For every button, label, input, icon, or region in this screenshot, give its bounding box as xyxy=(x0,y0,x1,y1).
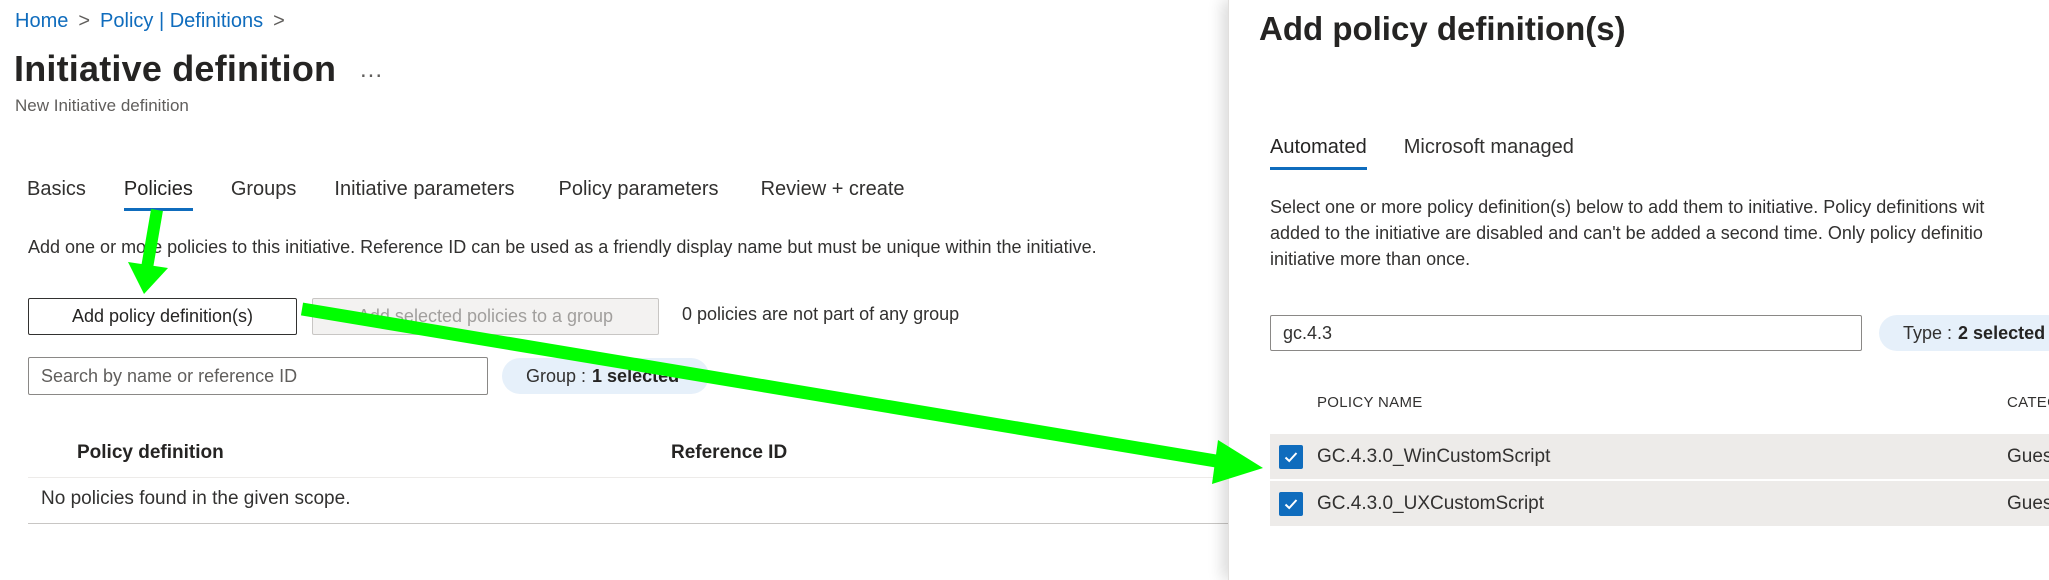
add-policy-definitions-panel: Add policy definition(s) Automated Micro… xyxy=(1228,0,2049,580)
table-header: Policy definition Reference ID xyxy=(28,430,1228,478)
column-header-policy-name[interactable]: POLICY NAME xyxy=(1317,394,1423,411)
panel-search-input[interactable] xyxy=(1270,315,1862,351)
checkbox-checked-icon[interactable] xyxy=(1279,492,1303,516)
checkbox-checked-icon[interactable] xyxy=(1279,445,1303,469)
empty-state-text: No policies found in the given scope. xyxy=(28,478,1228,524)
type-filter-pill[interactable]: Type : 2 selected xyxy=(1879,315,2049,351)
chevron-right-icon: > xyxy=(78,10,91,32)
tab-policy-parameters[interactable]: Policy parameters xyxy=(559,178,719,211)
column-header-policy-definition[interactable]: Policy definition xyxy=(77,442,224,464)
tab-initiative-parameters[interactable]: Initiative parameters xyxy=(334,178,514,211)
panel-description-line: Select one or more policy definition(s) … xyxy=(1270,197,1985,217)
tab-automated[interactable]: Automated xyxy=(1270,136,1367,170)
chevron-right-icon: > xyxy=(273,10,285,32)
tab-review-create[interactable]: Review + create xyxy=(761,178,905,211)
breadcrumb: Home > Policy | Definitions > xyxy=(15,10,285,33)
tab-groups[interactable]: Groups xyxy=(231,178,297,211)
initiative-definition-page: Home > Policy | Definitions > Initiative… xyxy=(0,0,1228,580)
page-subtitle: New Initiative definition xyxy=(15,96,189,115)
table-row[interactable]: GC.4.3.0_WinCustomScript Gues xyxy=(1270,434,2049,480)
panel-tabs: Automated Microsoft managed xyxy=(1270,136,1574,170)
panel-title: Add policy definition(s) xyxy=(1259,10,1626,47)
policy-category: Gues xyxy=(2007,446,2049,467)
tab-basics[interactable]: Basics xyxy=(27,178,86,211)
breadcrumb-policy-definitions-link[interactable]: Policy | Definitions xyxy=(100,10,263,33)
tab-microsoft-managed[interactable]: Microsoft managed xyxy=(1404,136,1574,170)
panel-description-line: added to the initiative are disabled and… xyxy=(1270,223,1983,243)
panel-description: Select one or more policy definition(s) … xyxy=(1270,194,2049,272)
table-row[interactable]: GC.4.3.0_UXCustomScript Gues xyxy=(1270,481,2049,527)
group-count-note: 0 policies are not part of any group xyxy=(682,304,960,324)
wizard-tabs: Basics Policies Groups Initiative parame… xyxy=(27,178,905,211)
group-filter-pill[interactable]: Group : 1 selected xyxy=(502,358,710,394)
type-filter-label: Type : xyxy=(1903,322,1953,343)
column-header-category[interactable]: CATEG xyxy=(2007,394,2049,411)
breadcrumb-home-link[interactable]: Home xyxy=(15,10,68,33)
tab-policies[interactable]: Policies xyxy=(123,178,193,211)
policies-description: Add one or more policies to this initiat… xyxy=(28,237,1097,257)
add-to-group-button: Add selected policies to a group xyxy=(312,298,659,335)
add-policy-definitions-button[interactable]: Add policy definition(s) xyxy=(28,298,297,335)
group-filter-value: 1 selected xyxy=(592,365,680,386)
panel-description-line: initiative more than once. xyxy=(1270,249,1471,269)
policies-table: Policy definition Reference ID No polici… xyxy=(28,430,1228,524)
policy-name: GC.4.3.0_WinCustomScript xyxy=(1317,446,1551,467)
column-header-reference-id[interactable]: Reference ID xyxy=(671,442,787,464)
more-icon[interactable]: ... xyxy=(360,56,383,84)
policy-name: GC.4.3.0_UXCustomScript xyxy=(1317,493,1545,514)
page-title: Initiative definition xyxy=(14,48,337,89)
group-filter-label: Group : xyxy=(526,365,587,386)
type-filter-value: 2 selected xyxy=(1958,322,2046,343)
policy-search-input[interactable] xyxy=(28,357,488,395)
panel-table-header: POLICY NAME CATEG xyxy=(1270,390,2049,432)
policy-category: Gues xyxy=(2007,493,2049,514)
